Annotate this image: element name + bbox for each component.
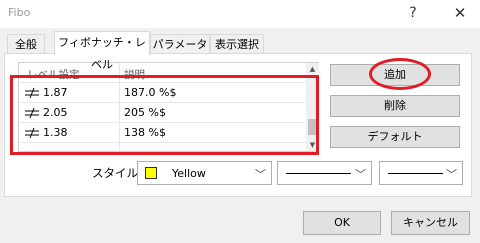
tab-visualization[interactable]: 表示選択	[210, 34, 264, 54]
title-bar: Fibo ? ✕	[0, 0, 480, 28]
level-value: 1.87	[43, 86, 68, 99]
column-header-level[interactable]: レベル設定	[27, 67, 80, 82]
line-style-icon	[25, 88, 39, 98]
tab-fibonacci-levels[interactable]: フィボナッチ・レベル	[54, 31, 150, 71]
level-description: 138 %$	[124, 126, 166, 139]
color-name: Yellow	[172, 167, 206, 180]
close-button[interactable]: ✕	[448, 2, 472, 24]
cancel-button[interactable]: キャンセル	[391, 211, 470, 235]
column-header-description[interactable]: 説明	[124, 67, 145, 82]
tab-general[interactable]: 全般	[7, 34, 45, 54]
color-swatch	[145, 167, 157, 179]
scrollbar-thumb[interactable]	[308, 119, 317, 135]
line-width-sample	[388, 173, 443, 174]
chevron-down-icon: ﹀	[355, 168, 366, 181]
level-description: 187.0 %$	[124, 86, 177, 99]
level-value: 2.05	[43, 106, 68, 119]
chevron-down-icon: ﹀	[446, 168, 457, 181]
default-button[interactable]: デフォルト	[330, 126, 460, 148]
list-scrollbar[interactable]: ▲ ▼	[306, 63, 319, 151]
tab-parameters[interactable]: パラメーター	[150, 34, 210, 71]
list-header: レベル設定 説明	[19, 63, 306, 83]
help-button[interactable]: ?	[402, 2, 424, 24]
add-button[interactable]: 追加	[330, 64, 460, 86]
line-style-icon	[25, 128, 39, 138]
style-label: スタイル	[92, 166, 138, 180]
line-width-select[interactable]: ﹀	[379, 161, 463, 185]
table-row[interactable]: 1.87 187.0 %$	[19, 83, 306, 103]
chevron-down-icon: ﹀	[255, 168, 266, 181]
level-value: 1.38	[43, 126, 68, 139]
scroll-down-arrow-icon[interactable]: ▼	[306, 139, 319, 151]
ok-button[interactable]: OK	[303, 211, 381, 235]
table-row[interactable]: 2.05 205 %$	[19, 103, 306, 123]
table-row[interactable]: 1.38 138 %$	[19, 123, 306, 143]
color-select[interactable]: Yellow ﹀	[137, 161, 272, 185]
window-title: Fibo	[8, 6, 31, 19]
line-style-select[interactable]: ﹀	[277, 161, 372, 185]
level-description: 205 %$	[124, 106, 166, 119]
line-style-sample	[286, 173, 351, 174]
line-style-icon	[25, 108, 39, 118]
levels-list[interactable]: レベル設定 説明 1.87 187.0 %$ 2.05 205 %$ 1.38 …	[18, 62, 319, 152]
scroll-up-arrow-icon[interactable]: ▲	[306, 63, 319, 75]
delete-button[interactable]: 削除	[330, 95, 460, 117]
